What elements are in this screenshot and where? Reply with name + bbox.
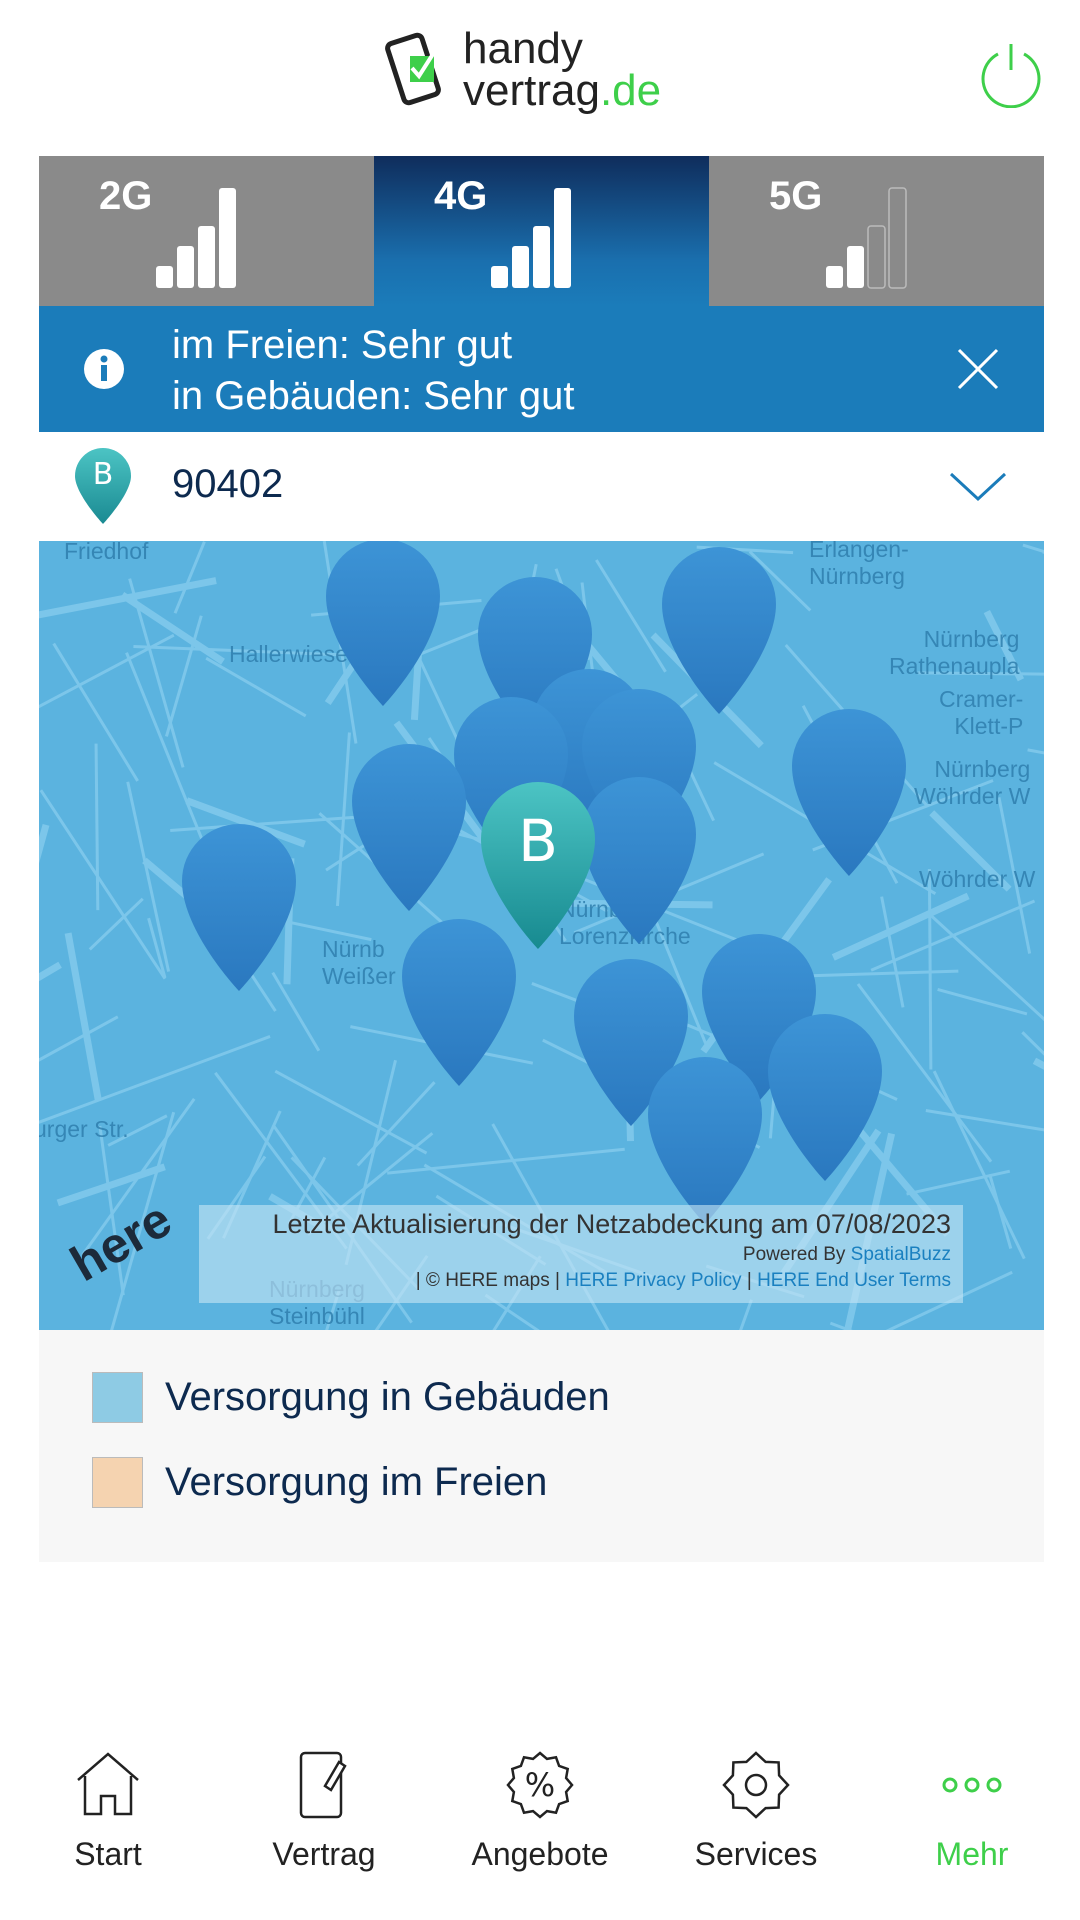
tab-label: 2G [99, 174, 153, 218]
nav-angebote[interactable]: % Angebote [432, 1740, 648, 1920]
legend-swatch [92, 1372, 143, 1423]
nav-label: Vertrag [272, 1836, 376, 1872]
signal-bar [554, 188, 571, 288]
map-legend: Versorgung in Gebäuden Versorgung im Fre… [39, 1330, 1044, 1562]
signal-bars-icon [826, 187, 907, 289]
spatialbuzz-link[interactable]: SpatialBuzz [851, 1244, 951, 1265]
tab-label: 5G [769, 174, 823, 218]
privacy-link[interactable]: HERE Privacy Policy [565, 1270, 741, 1291]
svg-text:%: % [525, 1766, 555, 1804]
app-header: handy vertrag.de [0, 0, 1080, 156]
signal-bar [533, 226, 550, 288]
svg-text:here: here [61, 1196, 171, 1286]
coverage-pin [768, 1014, 882, 1181]
info-icon [84, 349, 124, 389]
home-icon [77, 1752, 139, 1816]
tab-label: 4G [434, 174, 488, 218]
signal-bar [888, 187, 907, 289]
signal-bar [219, 188, 236, 288]
outdoor-status: im Freien: Sehr gut [172, 323, 513, 367]
signal-bar [847, 246, 864, 288]
powered-by-label: Powered By [742, 1244, 846, 1265]
nav-vertrag[interactable]: Vertrag [216, 1740, 432, 1920]
svg-text:B: B [518, 807, 558, 875]
signal-bar [491, 266, 508, 288]
coverage-pin [182, 824, 296, 991]
postal-code: 90402 [172, 462, 284, 506]
percent-badge-icon: % [506, 1751, 574, 1819]
terms-link[interactable]: HERE End User Terms [757, 1270, 951, 1291]
indoor-status: in Gebäuden: Sehr gut [172, 374, 575, 418]
copyright-text: | © HERE maps | [415, 1270, 560, 1291]
here-logo: here [61, 1196, 171, 1286]
power-icon [981, 44, 1041, 109]
signal-bar [826, 266, 843, 288]
tab-2g[interactable]: 2G [39, 156, 374, 306]
logo-text-2: vertrag [463, 66, 600, 115]
legend-swatch [92, 1457, 143, 1508]
location-selector[interactable]: B 90402 [39, 432, 1044, 541]
nav-label: Services [694, 1836, 818, 1872]
more-icon [942, 1777, 1002, 1793]
legend-item-indoor: Versorgung in Gebäuden [92, 1372, 610, 1423]
signal-bars-icon [491, 188, 571, 288]
close-icon[interactable] [957, 348, 999, 390]
signal-bars-icon [156, 188, 236, 288]
logo: handy vertrag.de [385, 24, 662, 115]
nav-services[interactable]: Services [648, 1740, 864, 1920]
location-pin-icon: B [75, 448, 131, 524]
nav-start[interactable]: Start [0, 1740, 216, 1920]
coverage-pin [792, 709, 906, 876]
power-button[interactable] [978, 42, 1044, 113]
map-attribution: Letzte Aktualisierung der Netzabdeckung … [199, 1205, 963, 1303]
logo-text-1: handy [463, 24, 583, 73]
coverage-info-banner: im Freien: Sehr gut in Gebäuden: Sehr gut [39, 306, 1044, 432]
coverage-pin [662, 547, 776, 714]
network-tabs: 2G 4G 5G [39, 156, 1044, 306]
nav-label: Mehr [935, 1836, 1009, 1872]
tab-4g[interactable]: 4G [374, 156, 709, 306]
last-update-text: Letzte Aktualisierung der Netzabdeckung … [272, 1209, 951, 1239]
chevron-down-icon [949, 472, 1007, 502]
logo-tld: .de [599, 66, 662, 115]
nav-label: Start [74, 1836, 142, 1872]
signal-bar [156, 266, 173, 288]
tab-5g[interactable]: 5G [709, 156, 1044, 306]
signal-bar [198, 226, 215, 288]
bottom-nav: Start Vertrag % Angebote Services Mehr [0, 1740, 1080, 1920]
signal-bar [867, 225, 886, 289]
coverage-pin [326, 541, 440, 706]
signal-bar [177, 246, 194, 288]
coverage-pin [352, 744, 466, 911]
nav-label: Angebote [471, 1836, 609, 1872]
legend-label: Versorgung in Gebäuden [165, 1375, 610, 1419]
contract-icon [299, 1751, 347, 1819]
coverage-pin [582, 777, 696, 944]
legend-label: Versorgung im Freien [165, 1460, 548, 1504]
coverage-pin [402, 919, 516, 1086]
selected-location-pin: B [481, 782, 595, 949]
svg-text:B: B [93, 457, 114, 492]
separator: | [746, 1270, 752, 1291]
legend-item-outdoor: Versorgung im Freien [92, 1457, 547, 1508]
nav-mehr[interactable]: Mehr [864, 1740, 1080, 1920]
logo-phone-icon [385, 32, 441, 106]
coverage-pin [648, 1057, 762, 1224]
coverage-map[interactable]: Friedhof Hallerwiese Erlangen- Nürnberg Nür… [39, 541, 1044, 1330]
signal-bar [512, 246, 529, 288]
gear-icon [722, 1751, 790, 1819]
